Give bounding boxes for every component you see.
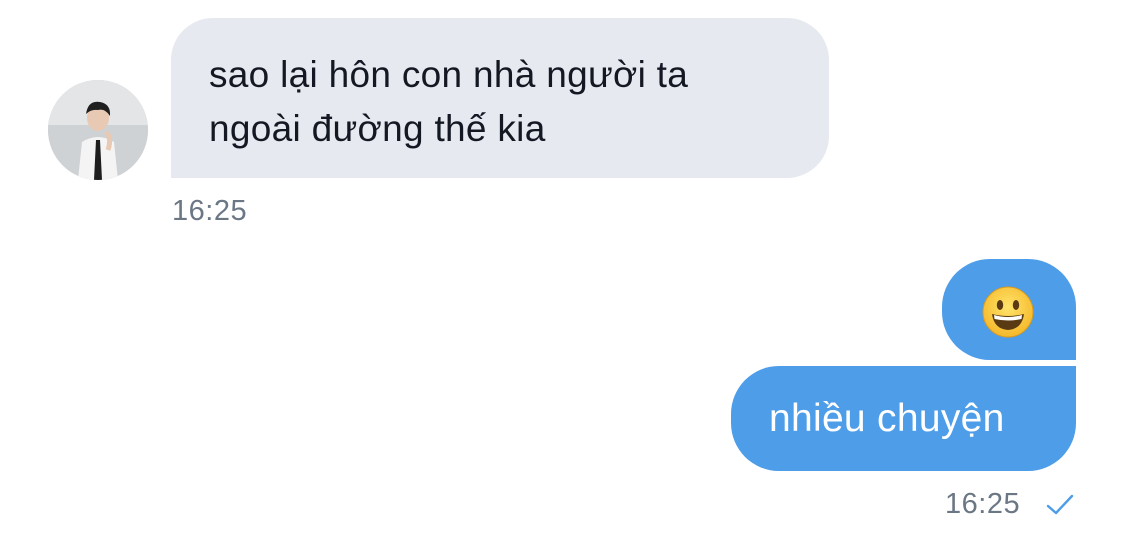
outgoing-emoji-bubble[interactable] (942, 259, 1076, 360)
contact-avatar[interactable] (48, 80, 148, 180)
incoming-message-bubble[interactable]: sao lại hôn con nhà người ta ngoài đường… (171, 18, 829, 178)
message-text-line: sao lại hôn con nhà người ta (209, 54, 689, 95)
message-timestamp: 16:25 (945, 488, 1021, 520)
sent-check-icon (1046, 494, 1074, 515)
outgoing-message-bubble[interactable]: nhiều chuyện (731, 366, 1076, 471)
message-text-line: ngoài đường thế kia (209, 108, 546, 149)
message-timestamp: 16:25 (172, 195, 248, 227)
avatar-photo-icon (48, 80, 148, 180)
grinning-face-emoji-icon (982, 286, 1034, 338)
